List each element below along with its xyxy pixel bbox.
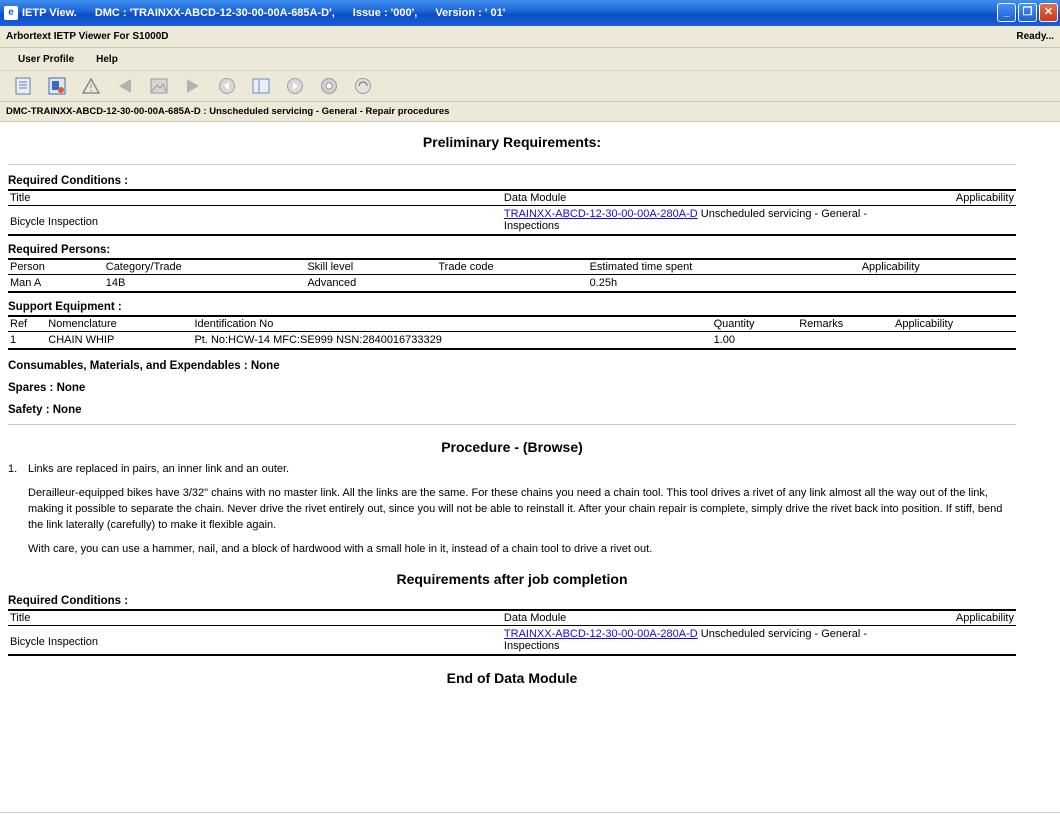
col-data-module: Data Module: [501, 189, 916, 206]
col-applicability: Applicability: [915, 609, 1016, 626]
col-title: Title: [8, 189, 502, 206]
next-icon[interactable]: [182, 75, 204, 97]
prelim-title: Preliminary Requirements:: [422, 134, 602, 150]
col-nomenclature: Nomenclature: [46, 315, 193, 332]
condition-data-module: TRAINXX-ABCD-12-30-00-00A-280A-D Unsched…: [502, 626, 915, 656]
col-person: Person: [8, 258, 104, 275]
required-conditions-table: Title Data Module Applicability Bicycle …: [8, 189, 1016, 236]
col-data-module: Data Module: [501, 609, 916, 626]
app-name: Arbortext IETP Viewer For S1000D: [6, 31, 169, 42]
document-content: Preliminary Requirements: Required Condi…: [8, 122, 1016, 810]
step-number: 1.: [8, 463, 18, 475]
divider: [8, 424, 1016, 425]
window-title: IETP View.: [22, 7, 77, 19]
after-conditions-label: Required Conditions :: [8, 595, 129, 607]
safety-label: Safety : None: [8, 404, 82, 416]
table-row: Man A 14B Advanced 0.25h: [8, 275, 1016, 293]
applicability-value: [860, 275, 1016, 293]
col-equip-applicability: Applicability: [892, 315, 1016, 332]
menu-user-profile[interactable]: User Profile: [18, 54, 74, 65]
dm-link[interactable]: TRAINXX-ABCD-12-30-00-00A-280A-D: [504, 628, 698, 640]
status-bar: [0, 812, 1060, 824]
required-persons-table: Person Category/Trade Skill level Trade …: [8, 258, 1016, 293]
maximize-button[interactable]: ❐: [1018, 3, 1037, 22]
col-person-applicability: Applicability: [859, 258, 1016, 275]
app-header: Arbortext IETP Viewer For S1000D Ready..…: [0, 26, 1060, 48]
support-equipment-label: Support Equipment :: [8, 301, 122, 313]
bookmark-icon[interactable]: [46, 75, 68, 97]
col-time: Estimated time spent: [587, 258, 860, 275]
skill-value: Advanced: [307, 277, 357, 289]
ref-value: 1: [10, 334, 17, 346]
toolbar: [0, 70, 1060, 102]
previous-icon[interactable]: [114, 75, 136, 97]
settings-icon[interactable]: [318, 75, 340, 97]
forward-icon[interactable]: [284, 75, 306, 97]
print-icon[interactable]: [352, 75, 374, 97]
back-icon[interactable]: [216, 75, 238, 97]
table-row: Bicycle Inspection TRAINXX-ABCD-12-30-00…: [8, 206, 1016, 236]
procedure-body: 1. Links are replaced in pairs, an inner…: [8, 461, 1016, 557]
quantity-value: 1.00: [713, 334, 735, 346]
col-skill: Skill level: [305, 258, 437, 275]
document-icon[interactable]: [12, 75, 34, 97]
status-text: Ready...: [1016, 31, 1054, 42]
breadcrumb: DMC-TRAINXX-ABCD-12-30-00-00A-685A-D : U…: [0, 102, 1060, 122]
nomenclature-value: CHAIN WHIP: [48, 334, 115, 346]
time-value: 0.25h: [589, 277, 618, 289]
col-category: Category/Trade: [103, 258, 306, 275]
category-value: 14B: [105, 277, 126, 289]
col-ref: Ref: [8, 315, 47, 332]
minimize-button[interactable]: _: [997, 3, 1016, 22]
col-quantity: Quantity: [711, 315, 798, 332]
divider: [8, 164, 1016, 165]
window-version: Version : ' 01': [435, 7, 506, 19]
warning-icon[interactable]: [80, 75, 102, 97]
after-conditions-table: Title Data Module Applicability Bicycle …: [8, 609, 1016, 656]
toc-icon[interactable]: [250, 75, 272, 97]
required-persons-label: Required Persons:: [8, 244, 111, 256]
col-trade-code: Trade code: [436, 258, 588, 275]
after-title: Requirements after job completion: [396, 571, 628, 587]
procedure-paragraph: Derailleur-equipped bikes have 3/32" cha…: [28, 487, 1003, 531]
equip-applicability-value: [893, 332, 1016, 350]
table-row: Bicycle Inspection TRAINXX-ABCD-12-30-00…: [8, 626, 1016, 656]
procedure-title: Procedure - (Browse): [441, 439, 583, 455]
window-dmc: DMC : 'TRAINXX-ABCD-12-30-00-00A-685A-D'…: [94, 7, 335, 19]
window-issue: Issue : '000',: [352, 7, 418, 19]
window-title-bar: e IETP View. DMC : 'TRAINXX-ABCD-12-30-0…: [0, 0, 1060, 26]
col-remarks: Remarks: [797, 315, 893, 332]
image-icon[interactable]: [148, 75, 170, 97]
consumables-label: Consumables, Materials, and Expendables …: [8, 360, 280, 372]
person-value: Man A: [10, 277, 42, 289]
col-identification: Identification No: [192, 315, 712, 332]
menu-bar: User Profile Help: [0, 48, 1060, 70]
trade-code-value: [436, 275, 587, 293]
menu-help[interactable]: Help: [96, 54, 118, 65]
end-of-module: End of Data Module: [446, 670, 578, 686]
close-button[interactable]: ✕: [1039, 3, 1058, 22]
procedure-paragraph: With care, you can use a hammer, nail, a…: [28, 543, 653, 555]
condition-data-module: TRAINXX-ABCD-12-30-00-00A-280A-D Unsched…: [502, 206, 915, 236]
condition-title: Bicycle Inspection: [10, 636, 99, 648]
step-text: Links are replaced in pairs, an inner li…: [28, 463, 290, 475]
remarks-value: [797, 332, 893, 350]
support-equipment-table: Ref Nomenclature Identification No Quant…: [8, 315, 1016, 350]
dm-link[interactable]: TRAINXX-ABCD-12-30-00-00A-280A-D: [504, 208, 698, 220]
condition-title: Bicycle Inspection: [10, 216, 99, 228]
identification-value: Pt. No:HCW-14 MFC:SE999 NSN:284001673332…: [194, 334, 442, 346]
table-row: 1 CHAIN WHIP Pt. No:HCW-14 MFC:SE999 NSN…: [8, 332, 1016, 350]
col-applicability: Applicability: [915, 189, 1016, 206]
col-title: Title: [8, 609, 502, 626]
app-icon: e: [4, 6, 18, 20]
procedure-step: 1. Links are replaced in pairs, an inner…: [8, 461, 1016, 477]
spares-label: Spares : None: [8, 382, 86, 394]
required-conditions-label: Required Conditions :: [8, 175, 129, 187]
